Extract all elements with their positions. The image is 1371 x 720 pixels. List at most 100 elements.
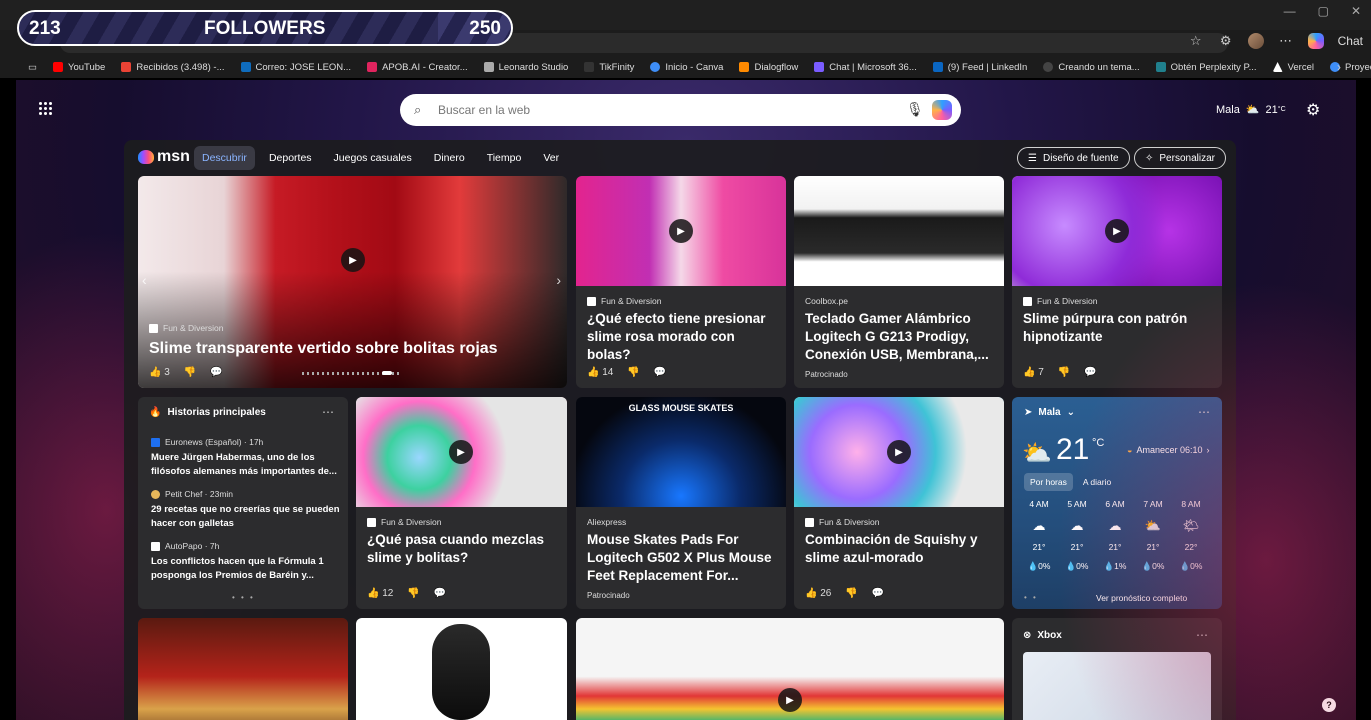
comment-icon[interactable]: 💬 bbox=[210, 367, 222, 378]
personalize-button[interactable]: ✧ Personalizar bbox=[1134, 147, 1226, 169]
source-design-button[interactable]: ☰ Diseño de fuente bbox=[1017, 147, 1130, 169]
copilot-icon[interactable] bbox=[1307, 33, 1324, 49]
dislike-icon[interactable]: 👎 bbox=[1058, 367, 1070, 378]
tab-daily[interactable]: A diario bbox=[1077, 473, 1117, 491]
chevron-right-icon[interactable]: › bbox=[1337, 60, 1341, 74]
bookmark-folder-icon[interactable]: ▭ bbox=[20, 62, 45, 73]
apps-grid-icon[interactable] bbox=[39, 102, 53, 116]
like-button[interactable]: 👍 12 bbox=[367, 588, 393, 599]
xbox-card[interactable]: ⊗ Xbox ⋯ bbox=[1012, 618, 1222, 720]
like-button[interactable]: 👍 7 bbox=[1023, 367, 1044, 378]
article-title[interactable]: ¿Qué pasa cuando mezclas slime y bolitas… bbox=[367, 531, 557, 567]
sunrise-info[interactable]: ◒ Amanecer 06:10 › bbox=[1127, 445, 1209, 455]
carousel-dots[interactable] bbox=[302, 371, 402, 375]
hero-card[interactable]: ▶ ‹ › Fun & Diversion Slime transparente… bbox=[138, 176, 567, 388]
full-forecast-link[interactable]: Ver pronóstico completo bbox=[1096, 593, 1187, 603]
msn-logo[interactable]: msn bbox=[138, 148, 190, 166]
play-icon[interactable]: ▶ bbox=[778, 688, 802, 712]
play-icon[interactable]: ▶ bbox=[449, 440, 473, 464]
bookmark-m365-chat[interactable]: Chat | Microsoft 36... bbox=[806, 62, 924, 73]
article-card[interactable]: ▶ bbox=[576, 618, 1004, 720]
tab-deportes[interactable]: Deportes bbox=[261, 146, 320, 170]
tab-tiempo[interactable]: Tiempo bbox=[479, 146, 530, 170]
tab-ver[interactable]: Ver bbox=[535, 146, 567, 170]
bookmark-canva[interactable]: Inicio - Canva bbox=[642, 62, 731, 73]
story-item[interactable]: AutoPapo · 7h Los conflictos hacen que l… bbox=[151, 541, 341, 583]
microphone-icon[interactable]: 🎙 bbox=[906, 101, 924, 118]
dislike-icon[interactable]: 👎 bbox=[627, 367, 639, 378]
article-card[interactable]: ▶ Fun & Diversion ¿Qué efecto tiene pres… bbox=[576, 176, 786, 388]
bookmark-leonardo[interactable]: Leonardo Studio bbox=[476, 62, 577, 73]
article-title[interactable]: Combinación de Squishy y slime azul-mora… bbox=[805, 531, 994, 567]
article-title[interactable]: Mouse Skates Pads For Logitech G502 X Pl… bbox=[587, 531, 776, 585]
comment-icon[interactable]: 💬 bbox=[434, 588, 446, 599]
article-card[interactable]: ▶ Fun & Diversion ¿Qué pasa cuando mezcl… bbox=[356, 397, 567, 609]
tab-hourly[interactable]: Por horas bbox=[1024, 473, 1073, 491]
comment-icon[interactable]: 💬 bbox=[1084, 367, 1096, 378]
article-title[interactable]: Teclado Gamer Alámbrico Logitech G G213 … bbox=[805, 310, 994, 364]
help-icon[interactable]: ? bbox=[1322, 698, 1336, 712]
sponsored-card[interactable] bbox=[356, 618, 567, 720]
comment-icon[interactable]: 💬 bbox=[872, 588, 884, 599]
hero-title[interactable]: Slime transparente vertido sobre bolitas… bbox=[149, 339, 557, 359]
carousel-prev-icon[interactable]: ‹ bbox=[142, 272, 147, 288]
minimize-icon[interactable]: — bbox=[1284, 4, 1296, 18]
more-menu-icon[interactable]: ⋯ bbox=[1278, 33, 1294, 49]
article-card[interactable]: ▶ Fun & Diversion Slime púrpura con patr… bbox=[1012, 176, 1222, 388]
dislike-icon[interactable]: 👎 bbox=[184, 367, 196, 378]
like-button[interactable]: 👍 14 bbox=[587, 367, 613, 378]
sponsored-card[interactable]: GLASS MOUSE SKATES Aliexpress Mouse Skat… bbox=[576, 397, 786, 609]
story-title: 29 recetas que no creerías que se pueden… bbox=[151, 504, 340, 529]
bookmark-tikfinity[interactable]: TikFinity bbox=[576, 62, 642, 73]
comment-icon[interactable]: 💬 bbox=[654, 367, 666, 378]
story-item[interactable]: Petit Chef · 23min 29 recetas que no cre… bbox=[151, 489, 341, 531]
sponsored-card[interactable]: Coolbox.pe Teclado Gamer Alámbrico Logit… bbox=[794, 176, 1004, 388]
dislike-icon[interactable]: 👎 bbox=[407, 588, 419, 599]
search-input[interactable] bbox=[438, 100, 878, 120]
weather-location[interactable]: ➤ Mala ⌄ bbox=[1024, 407, 1075, 418]
like-button[interactable]: 👍 26 bbox=[805, 588, 831, 599]
more-options-icon[interactable]: ⋯ bbox=[1196, 628, 1208, 642]
like-button[interactable]: 👍 3 bbox=[149, 367, 170, 378]
more-options-icon[interactable]: ⋯ bbox=[322, 405, 334, 419]
article-card[interactable] bbox=[138, 618, 348, 720]
bookmark-apob[interactable]: APOB.AI - Creator... bbox=[359, 62, 476, 73]
bookmark-canva-projects[interactable]: Proyectos - Canva bbox=[1322, 62, 1371, 73]
extensions-icon[interactable]: ⚙ bbox=[1218, 33, 1234, 49]
header-weather[interactable]: Mala ⛅ 21 °C bbox=[1216, 103, 1286, 117]
article-title[interactable]: ¿Qué efecto tiene presionar slime rosa m… bbox=[587, 310, 776, 364]
pagination-dots[interactable]: • • • bbox=[232, 593, 255, 602]
close-icon[interactable]: ✕ bbox=[1351, 4, 1361, 18]
bookmark-tema[interactable]: Creando un tema... bbox=[1035, 62, 1147, 73]
article-title[interactable]: Slime púrpura con patrón hipnotizante bbox=[1023, 310, 1212, 346]
article-card[interactable]: ▶ Fun & Diversion Combinación de Squishy… bbox=[794, 397, 1004, 609]
more-options-icon[interactable]: ⋯ bbox=[1198, 405, 1210, 419]
bookmark-outlook[interactable]: Correo: JOSE LEON... bbox=[233, 62, 360, 73]
tab-dinero[interactable]: Dinero bbox=[426, 146, 473, 170]
play-icon[interactable]: ▶ bbox=[887, 440, 911, 464]
bookmark-youtube[interactable]: YouTube bbox=[45, 62, 113, 73]
dislike-icon[interactable]: 👎 bbox=[845, 588, 857, 599]
bookmark-perplexity[interactable]: Obtén Perplexity P... bbox=[1148, 62, 1265, 73]
bookmark-dialogflow[interactable]: Dialogflow bbox=[731, 62, 806, 73]
bookmark-gmail[interactable]: Recibidos (3.498) -... bbox=[113, 62, 232, 73]
favorite-star-icon[interactable]: ☆ bbox=[1188, 33, 1204, 49]
weather-card[interactable]: ➤ Mala ⌄ ⋯ ⛅ 21 °C ◒ Amanecer 06:10 › Por ho… bbox=[1012, 397, 1222, 609]
play-icon[interactable]: ▶ bbox=[1105, 219, 1129, 243]
bookmark-linkedin[interactable]: (9) Feed | LinkedIn bbox=[925, 62, 1036, 73]
tab-juegos-casuales[interactable]: Juegos casuales bbox=[326, 146, 420, 170]
profile-avatar[interactable] bbox=[1247, 33, 1264, 49]
web-search-box[interactable]: ⌕ 🎙 bbox=[400, 94, 961, 126]
article-actions: 👍 14 👎 💬 bbox=[587, 367, 666, 378]
copilot-icon[interactable] bbox=[932, 100, 952, 120]
tab-descubrir[interactable]: Descubrir bbox=[194, 146, 255, 170]
pagination-dots[interactable]: • • bbox=[1024, 593, 1038, 602]
play-icon[interactable]: ▶ bbox=[669, 219, 693, 243]
maximize-icon[interactable]: ▢ bbox=[1318, 4, 1329, 18]
chat-button[interactable]: Chat bbox=[1338, 34, 1363, 48]
play-icon[interactable]: ▶ bbox=[341, 248, 365, 272]
carousel-next-icon[interactable]: › bbox=[556, 272, 561, 288]
story-item[interactable]: Euronews (Español) · 17h Muere Jürgen Ha… bbox=[151, 437, 341, 479]
bookmark-vercel[interactable]: Vercel bbox=[1265, 62, 1322, 73]
settings-gear-icon[interactable]: ⚙ bbox=[1306, 100, 1320, 120]
